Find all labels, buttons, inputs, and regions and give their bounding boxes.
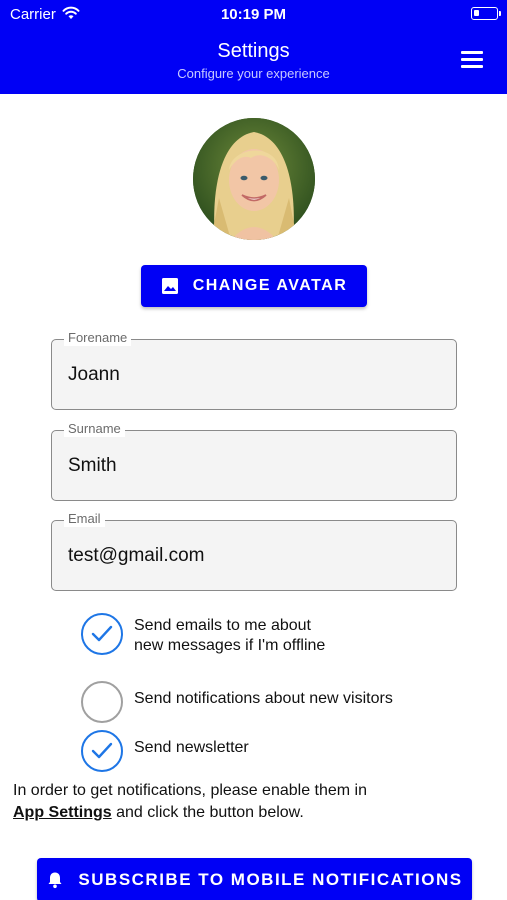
page-title: Settings <box>217 40 290 62</box>
subscribe-notifications-button[interactable]: SUBSCRIBE TO MOBILE NOTIFICATIONS <box>37 858 472 900</box>
app-settings-link[interactable]: App Settings <box>13 804 112 821</box>
info-text-line1: In order to get notifications, please en… <box>13 782 367 799</box>
battery-tip <box>499 11 501 16</box>
forename-input[interactable] <box>68 364 438 386</box>
notification-info-text: In order to get notifications, please en… <box>13 780 493 824</box>
surname-input[interactable] <box>68 455 438 477</box>
email-field: Email <box>51 511 457 591</box>
offline-emails-label-line2: new messages if I'm offline <box>134 637 326 654</box>
app-header: Carrier 10:19 PM Settings Configure your… <box>0 0 507 94</box>
offline-emails-label: Send emails to me about new messages if … <box>134 616 325 656</box>
status-time: 10:19 PM <box>220 6 287 23</box>
visitor-notifications-checkbox[interactable] <box>81 681 123 723</box>
offline-emails-label-line1: Send emails to me about <box>134 617 311 634</box>
bell-icon <box>48 872 62 889</box>
change-avatar-label: CHANGE AVATAR <box>192 277 348 294</box>
newsletter-checkbox[interactable] <box>81 730 123 772</box>
visitor-notifications-label: Send notifications about new visitors <box>134 690 393 707</box>
email-input[interactable] <box>68 545 438 567</box>
info-text-after: and click the button below. <box>111 804 304 821</box>
surname-label: Surname <box>64 421 125 437</box>
forename-label: Forename <box>64 330 132 346</box>
info-text-line2: App Settings and click the button below. <box>13 802 493 824</box>
forename-field: Forename <box>51 330 457 410</box>
email-label: Email <box>64 511 105 527</box>
subscribe-label: SUBSCRIBE TO MOBILE NOTIFICATIONS <box>78 870 463 889</box>
checkmark-icon <box>91 625 113 642</box>
offline-emails-checkbox[interactable] <box>81 613 123 655</box>
hamburger-menu-icon[interactable] <box>458 48 486 70</box>
page-subtitle: Configure your experience <box>177 66 330 81</box>
image-icon <box>161 278 178 294</box>
newsletter-label: Send newsletter <box>134 739 249 756</box>
change-avatar-button[interactable]: CHANGE AVATAR <box>141 265 367 307</box>
surname-field: Surname <box>51 421 457 501</box>
avatar <box>193 118 315 240</box>
status-bar: Carrier 10:19 PM <box>0 0 507 28</box>
checkmark-icon <box>91 742 113 759</box>
battery-icon <box>471 7 498 20</box>
